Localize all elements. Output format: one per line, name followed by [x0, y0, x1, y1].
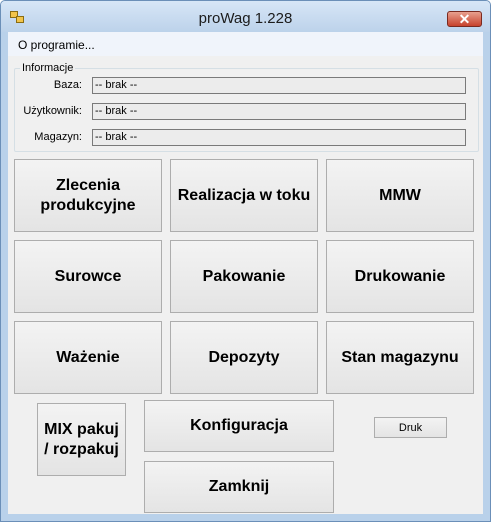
konfiguracja-button[interactable]: Konfiguracja [144, 400, 334, 452]
baza-field[interactable]: -- brak -- [92, 77, 466, 94]
window-title: proWag 1.228 [198, 10, 293, 27]
zamknij-button[interactable]: Zamknij [144, 461, 334, 513]
wazenie-button[interactable]: Ważenie [14, 321, 162, 394]
depozyty-button[interactable]: Depozyty [170, 321, 318, 394]
main-window: proWag 1.228 ✕ O programie... Informacje… [0, 0, 491, 522]
druk-button[interactable]: Druk [374, 417, 447, 438]
mmw-button[interactable]: MMW [326, 159, 474, 232]
baza-label: Baza: [53, 79, 82, 91]
window-bottom-border [1, 514, 490, 521]
close-icon: ✕ [458, 11, 471, 27]
menu-bar: O programie... [8, 32, 483, 56]
pakowanie-button[interactable]: Pakowanie [170, 240, 318, 313]
drukowanie-button[interactable]: Drukowanie [326, 240, 474, 313]
menu-item-about[interactable]: O programie... [18, 38, 95, 52]
window-right-border [483, 32, 490, 521]
surowce-button[interactable]: Surowce [14, 240, 162, 313]
stan-magazynu-button[interactable]: Stan magazynu [326, 321, 474, 394]
mix-pakuj-rozpakuj-button[interactable]: MIX pakuj / rozpakuj [37, 403, 126, 476]
window-left-border [1, 32, 8, 521]
realizacja-w-toku-button[interactable]: Realizacja w toku [170, 159, 318, 232]
magazyn-field[interactable]: -- brak -- [92, 129, 466, 146]
client-area: O programie... Informacje Baza: -- brak … [8, 32, 483, 514]
info-group-title: Informacje [20, 62, 76, 74]
zlecenia-produkcyjne-button[interactable]: Zlecenia produkcyjne [14, 159, 162, 232]
uzytkownik-field[interactable]: -- brak -- [92, 103, 466, 120]
close-button[interactable]: ✕ [447, 11, 482, 27]
uzytkownik-label: Użytkownik: [23, 105, 82, 117]
magazyn-label: Magazyn: [34, 131, 82, 143]
title-bar[interactable]: proWag 1.228 ✕ [1, 1, 490, 32]
